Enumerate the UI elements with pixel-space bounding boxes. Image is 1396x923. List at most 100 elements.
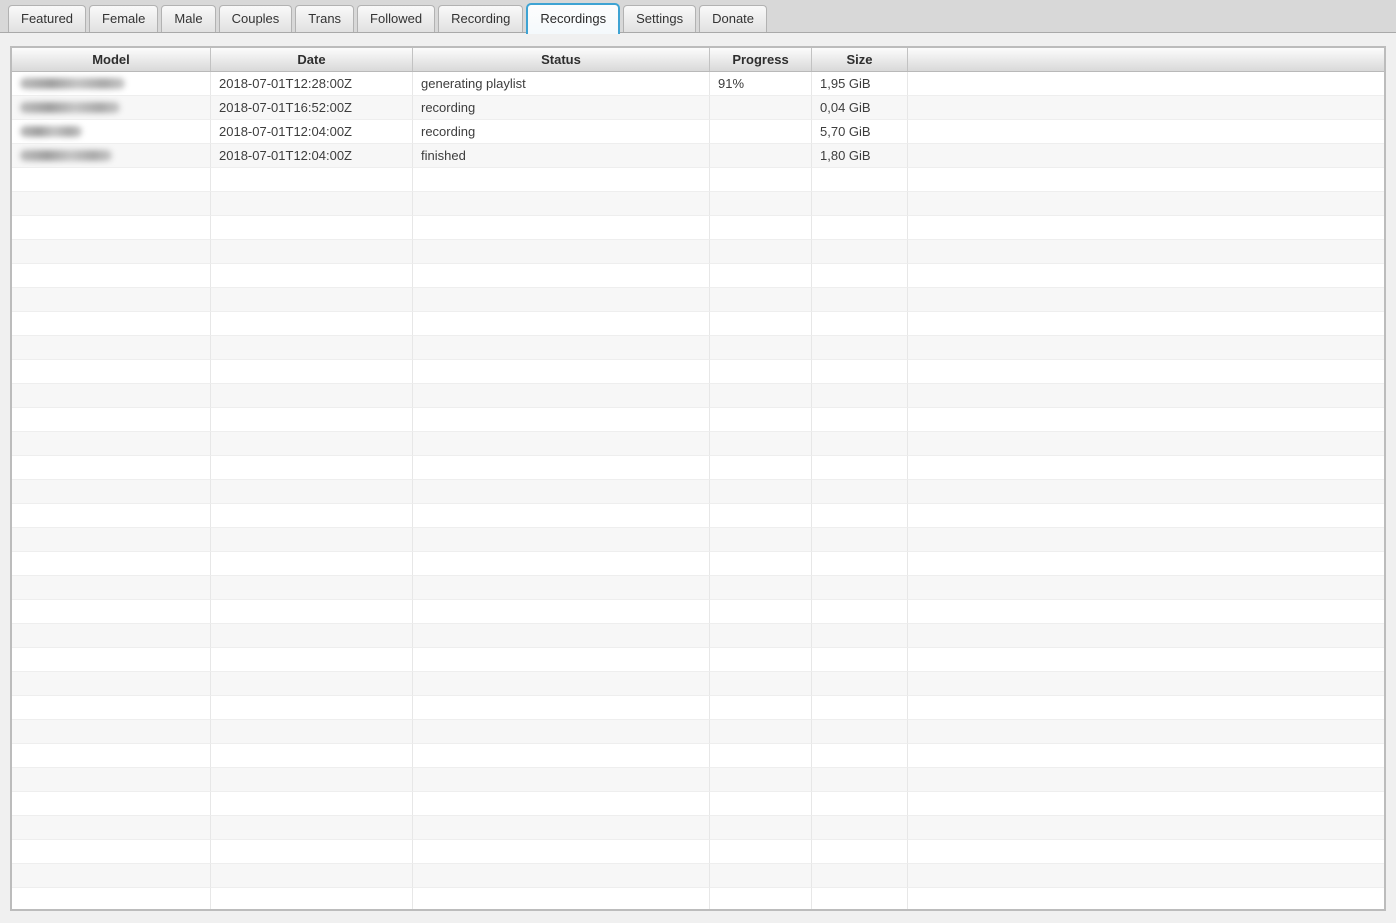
cell-size: [812, 720, 908, 744]
cell-progress: [710, 768, 812, 792]
table-row-empty: [12, 480, 1384, 504]
cell-model: [12, 672, 211, 696]
cell-size: [812, 840, 908, 864]
cell-status: recording: [413, 120, 710, 144]
cell-progress: [710, 744, 812, 768]
cell-size: [812, 768, 908, 792]
table-row-empty: [12, 768, 1384, 792]
cell-progress: [710, 408, 812, 432]
cell-size: [812, 312, 908, 336]
cell-filler: [908, 624, 1384, 648]
table-row-empty: [12, 432, 1384, 456]
cell-filler: [908, 552, 1384, 576]
cell-model: [12, 600, 211, 624]
cell-status: [413, 192, 710, 216]
table-row[interactable]: 2018-07-01T16:52:00Zrecording0,04 GiB: [12, 96, 1384, 120]
column-header-status[interactable]: Status: [413, 48, 710, 71]
cell-model: [12, 408, 211, 432]
cell-model: [12, 456, 211, 480]
cell-date: [211, 504, 413, 528]
cell-size: [812, 888, 908, 909]
tab-male[interactable]: Male: [161, 5, 215, 32]
table-row[interactable]: 2018-07-01T12:28:00Zgenerating playlist9…: [12, 72, 1384, 96]
cell-status: [413, 504, 710, 528]
cell-size: [812, 432, 908, 456]
cell-size: [812, 864, 908, 888]
cell-progress: [710, 888, 812, 909]
tab-featured[interactable]: Featured: [8, 5, 86, 32]
cell-status: generating playlist: [413, 72, 710, 96]
cell-status: [413, 816, 710, 840]
cell-date: [211, 840, 413, 864]
cell-status: [413, 216, 710, 240]
tab-followed[interactable]: Followed: [357, 5, 435, 32]
tab-recording[interactable]: Recording: [438, 5, 523, 32]
cell-model: [12, 144, 211, 168]
column-header-size[interactable]: Size: [812, 48, 908, 71]
column-header-progress[interactable]: Progress: [710, 48, 812, 71]
cell-status: [413, 744, 710, 768]
cell-filler: [908, 480, 1384, 504]
cell-filler: [908, 144, 1384, 168]
cell-size: [812, 288, 908, 312]
cell-model: [12, 864, 211, 888]
table-row-empty: [12, 888, 1384, 909]
table-header-row: ModelDateStatusProgressSize: [12, 48, 1384, 72]
table-row[interactable]: 2018-07-01T12:04:00Zfinished1,80 GiB: [12, 144, 1384, 168]
table-row-empty: [12, 456, 1384, 480]
tab-female[interactable]: Female: [89, 5, 158, 32]
tab-recordings[interactable]: Recordings: [526, 3, 620, 34]
cell-status: [413, 528, 710, 552]
cell-status: [413, 888, 710, 909]
cell-status: [413, 312, 710, 336]
cell-filler: [908, 744, 1384, 768]
cell-size: [812, 408, 908, 432]
cell-size: [812, 792, 908, 816]
cell-date: [211, 768, 413, 792]
cell-status: [413, 336, 710, 360]
table-row-empty: [12, 192, 1384, 216]
tab-trans[interactable]: Trans: [295, 5, 354, 32]
table-row-empty: [12, 312, 1384, 336]
tab-couples[interactable]: Couples: [219, 5, 293, 32]
cell-filler: [908, 456, 1384, 480]
cell-progress: [710, 720, 812, 744]
cell-size: [812, 696, 908, 720]
cell-model: [12, 504, 211, 528]
cell-date: [211, 624, 413, 648]
cell-progress: [710, 480, 812, 504]
cell-model: [12, 336, 211, 360]
cell-progress: [710, 336, 812, 360]
tab-donate[interactable]: Donate: [699, 5, 767, 32]
cell-model: [12, 216, 211, 240]
column-header-date[interactable]: Date: [211, 48, 413, 71]
cell-size: [812, 672, 908, 696]
table-row[interactable]: 2018-07-01T12:04:00Zrecording5,70 GiB: [12, 120, 1384, 144]
cell-status: finished: [413, 144, 710, 168]
cell-progress: [710, 816, 812, 840]
tab-settings[interactable]: Settings: [623, 5, 696, 32]
cell-status: recording: [413, 96, 710, 120]
cell-date: [211, 696, 413, 720]
cell-model: [12, 312, 211, 336]
cell-filler: [908, 888, 1384, 909]
redacted-model-name: [20, 150, 112, 161]
cell-filler: [908, 312, 1384, 336]
cell-date: 2018-07-01T12:04:00Z: [211, 144, 413, 168]
table-row-empty: [12, 264, 1384, 288]
cell-filler: [908, 216, 1384, 240]
cell-date: [211, 360, 413, 384]
cell-date: [211, 672, 413, 696]
table-row-empty: [12, 336, 1384, 360]
cell-date: [211, 480, 413, 504]
cell-status: [413, 624, 710, 648]
cell-date: [211, 792, 413, 816]
cell-filler: [908, 384, 1384, 408]
cell-size: [812, 336, 908, 360]
cell-status: [413, 576, 710, 600]
cell-filler: [908, 96, 1384, 120]
table-row-empty: [12, 696, 1384, 720]
cell-date: [211, 336, 413, 360]
cell-filler: [908, 864, 1384, 888]
column-header-model[interactable]: Model: [12, 48, 211, 71]
